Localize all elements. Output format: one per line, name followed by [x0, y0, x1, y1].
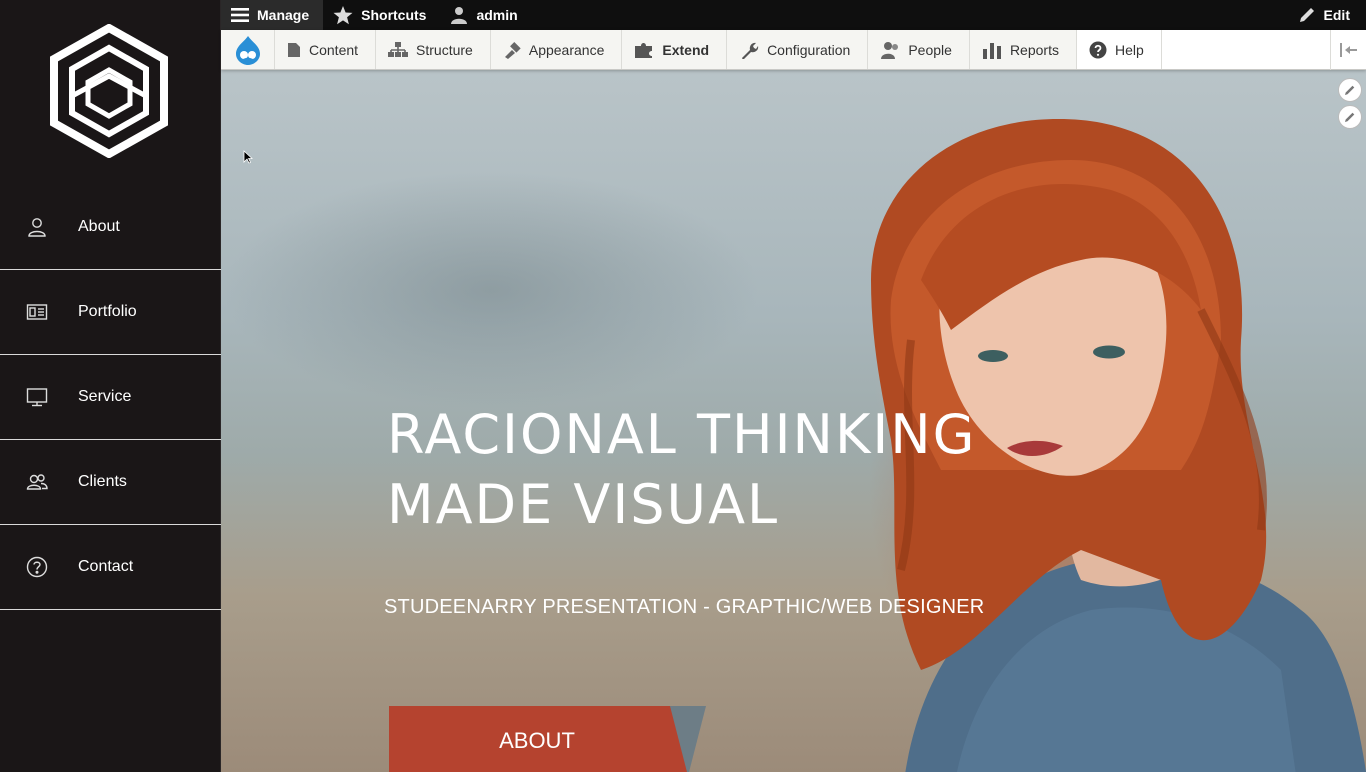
help-circle-icon	[26, 556, 48, 578]
pencil-icon	[1345, 112, 1355, 122]
tab-configuration[interactable]: Configuration	[727, 30, 869, 69]
about-button[interactable]: ABOUT	[389, 706, 706, 772]
tab-reports[interactable]: Reports	[970, 30, 1077, 69]
edit-label: Edit	[1323, 7, 1350, 23]
hero-subtitle: STUDEENARRY PRESENTATION - GRAPTHIC/WEB …	[384, 596, 985, 618]
tab-label: Content	[309, 41, 359, 58]
site-sidebar: About Portfolio Service Clients Contact	[0, 0, 221, 772]
tab-label: Structure	[416, 41, 473, 58]
sidebar-item-label: Clients	[78, 473, 127, 490]
contextual-edit-button[interactable]	[1338, 78, 1362, 102]
document-icon	[288, 42, 300, 57]
users-icon	[26, 471, 48, 493]
portfolio-icon	[26, 301, 48, 323]
star-icon	[333, 5, 353, 24]
user-label: admin	[476, 7, 518, 23]
admin-toolbar: Manage Shortcuts admin Edit	[221, 0, 1366, 30]
headline-line-2: Made Visual	[387, 473, 780, 536]
collapse-left-icon	[1339, 43, 1357, 57]
tab-people[interactable]: People	[868, 30, 970, 69]
sidebar-item-label: Portfolio	[78, 303, 137, 320]
pencil-icon	[1299, 8, 1314, 22]
tray-orientation-toggle[interactable]	[1330, 30, 1366, 70]
sidebar-item-service[interactable]: Service	[0, 355, 221, 440]
tab-label: Appearance	[528, 41, 605, 58]
monitor-icon	[26, 386, 48, 408]
sidebar-item-about[interactable]: About	[0, 185, 221, 270]
manage-button[interactable]: Manage	[221, 0, 324, 30]
headline-line-1: Racional Thinking	[387, 403, 977, 466]
tab-structure[interactable]: Structure	[376, 30, 491, 69]
people-icon	[881, 41, 899, 59]
sidebar-nav: About Portfolio Service Clients Contact	[0, 185, 221, 610]
tab-label: Configuration	[767, 41, 851, 58]
tab-appearance[interactable]: Appearance	[491, 30, 623, 69]
about-button-label: ABOUT	[499, 728, 575, 753]
sitemap-icon	[388, 41, 409, 57]
sidebar-item-contact[interactable]: Contact	[0, 525, 221, 610]
sidebar-item-label: About	[78, 218, 120, 235]
tab-help[interactable]: Help	[1076, 30, 1162, 69]
user-icon	[26, 216, 48, 238]
shortcuts-button[interactable]: Shortcuts	[323, 0, 440, 30]
contextual-edit-button[interactable]	[1338, 105, 1362, 129]
mouse-cursor-icon	[243, 150, 253, 164]
sidebar-item-clients[interactable]: Clients	[0, 440, 221, 525]
sidebar-item-label: Service	[78, 388, 132, 405]
tab-label: Reports	[1009, 41, 1059, 58]
manage-label: Manage	[257, 7, 310, 23]
bar-chart-icon	[982, 42, 1001, 59]
drupal-home-link[interactable]	[221, 30, 275, 69]
tab-content[interactable]: Content	[275, 30, 377, 69]
paintbrush-icon	[504, 41, 521, 59]
shortcuts-label: Shortcuts	[361, 7, 427, 23]
admin-tray: Content Structure Appearance Extend Conf…	[221, 30, 1366, 70]
puzzle-icon	[635, 42, 653, 58]
sidebar-item-label: Contact	[78, 558, 134, 575]
background-fog	[221, 170, 761, 410]
drupal-drop-icon	[235, 35, 260, 65]
sidebar-item-portfolio[interactable]: Portfolio	[0, 270, 221, 355]
tab-label: Help	[1114, 41, 1144, 58]
hero-section: Racional Thinking Made Visual STUDEENARR…	[221, 70, 1366, 772]
user-icon	[451, 7, 468, 24]
user-button[interactable]: admin	[440, 0, 531, 30]
tab-extend[interactable]: Extend	[622, 30, 728, 69]
pencil-icon	[1345, 85, 1355, 95]
logo-icon[interactable]	[48, 24, 170, 158]
tab-label: Extend	[662, 41, 710, 58]
hero-headline: Racional Thinking Made Visual	[387, 400, 977, 540]
help-icon	[1089, 41, 1107, 58]
edit-button[interactable]: Edit	[1298, 0, 1350, 30]
tab-label: People	[908, 41, 952, 58]
hamburger-icon	[231, 8, 249, 22]
wrench-icon	[742, 42, 759, 59]
